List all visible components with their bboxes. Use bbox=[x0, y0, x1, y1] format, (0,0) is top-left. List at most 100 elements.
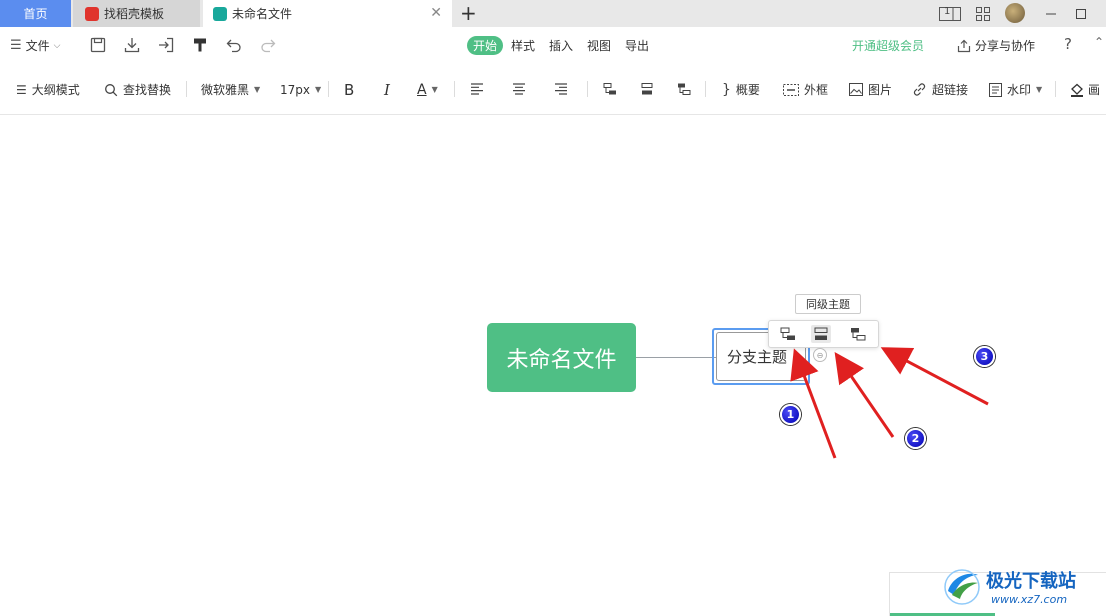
collapse-ribbon-icon[interactable]: ⌃ bbox=[1094, 35, 1104, 49]
add-parent-topic-icon[interactable] bbox=[677, 82, 691, 96]
paint-bucket-icon bbox=[1071, 83, 1083, 97]
outline-mode-button[interactable]: ☰ 大纲模式 bbox=[16, 64, 80, 115]
link-icon bbox=[913, 83, 926, 96]
share-icon bbox=[957, 39, 971, 52]
summary-button[interactable]: } 概要 bbox=[722, 64, 760, 115]
list-icon: ☰ bbox=[16, 82, 27, 97]
divider bbox=[454, 81, 455, 97]
add-sibling-topic-icon[interactable] bbox=[811, 325, 831, 343]
maximize-icon[interactable] bbox=[1070, 0, 1092, 27]
collapse-toggle-icon[interactable]: ⊖ bbox=[813, 348, 827, 362]
tab-style-label: 样式 bbox=[511, 39, 536, 53]
topic-connector bbox=[636, 357, 716, 358]
add-child-topic-icon[interactable] bbox=[603, 82, 617, 96]
frame-icon bbox=[783, 83, 799, 96]
find-replace-button[interactable]: 查找替换 bbox=[104, 64, 171, 115]
page-indicator-label: 1 bbox=[944, 6, 951, 17]
tab-start-label: 开始 bbox=[473, 39, 498, 53]
tab-document-label: 未命名文件 bbox=[232, 7, 293, 21]
download-icon[interactable] bbox=[123, 36, 141, 54]
file-menu-button[interactable]: ☰ 文件 ⌵ bbox=[10, 27, 61, 64]
find-replace-label: 查找替换 bbox=[123, 83, 172, 97]
tab-view-label: 视图 bbox=[587, 39, 612, 53]
outline-mode-label: 大纲模式 bbox=[31, 83, 80, 97]
close-tab-icon[interactable]: ✕ bbox=[430, 5, 442, 21]
help-icon[interactable]: ? bbox=[1064, 35, 1072, 53]
format-toolbar: ☰ 大纲模式 查找替换 微软雅黑 ▼ 17px ▼ B I A ▼} 概要 外… bbox=[0, 64, 1106, 115]
annotation-badge-3: 3 bbox=[974, 346, 995, 367]
font-family-select[interactable]: 微软雅黑 ▼ bbox=[201, 64, 260, 115]
brace-icon: } bbox=[722, 81, 731, 98]
minimize-icon[interactable] bbox=[1040, 0, 1062, 27]
image-icon bbox=[849, 83, 863, 96]
apps-grid-icon[interactable] bbox=[972, 0, 994, 27]
italic-button[interactable]: I bbox=[384, 64, 390, 115]
tab-template[interactable]: 找稻壳模板 bbox=[73, 0, 200, 27]
bold-button[interactable]: B bbox=[344, 64, 354, 115]
image-button[interactable]: 图片 bbox=[849, 64, 892, 115]
font-size-value: 17px bbox=[280, 82, 310, 97]
tab-insert[interactable]: 插入 bbox=[549, 36, 573, 55]
chevron-down-icon: ⌵ bbox=[53, 40, 61, 51]
font-family-value: 微软雅黑 bbox=[201, 83, 250, 97]
annotation-arrow-3 bbox=[880, 347, 989, 406]
branch-topic-label: 分支主题 bbox=[727, 348, 788, 366]
watermark-button[interactable]: 水印 ▼ bbox=[989, 64, 1042, 115]
italic-label: I bbox=[384, 80, 390, 99]
watermark-icon bbox=[989, 82, 1002, 97]
tooltip: 同级主题 bbox=[795, 294, 861, 314]
divider bbox=[587, 81, 588, 97]
annotation-badge-1: 1 bbox=[780, 404, 801, 425]
caret-down-icon: ▼ bbox=[315, 85, 322, 94]
badge-number: 2 bbox=[911, 432, 920, 445]
caret-down-icon: ▼ bbox=[431, 85, 438, 94]
align-left-icon[interactable] bbox=[470, 82, 484, 96]
share-label: 分享与协作 bbox=[975, 39, 1036, 53]
frame-label: 外框 bbox=[804, 83, 829, 97]
page-indicator-button[interactable]: 1 bbox=[937, 0, 963, 27]
file-menu-label: 文件 bbox=[25, 39, 50, 53]
tab-view[interactable]: 视图 bbox=[587, 36, 611, 55]
avatar[interactable] bbox=[1005, 3, 1025, 23]
tab-bar: 首页 找稻壳模板 未命名文件 ✕ + 1 bbox=[0, 0, 1106, 27]
bold-label: B bbox=[344, 80, 355, 99]
new-tab-button[interactable]: + bbox=[460, 1, 477, 25]
more-button[interactable]: 画 bbox=[1070, 64, 1100, 115]
align-center-icon[interactable] bbox=[512, 82, 526, 96]
badge-number: 1 bbox=[786, 408, 795, 421]
caret-down-icon: ▼ bbox=[1036, 85, 1043, 94]
more-label: 画 bbox=[1088, 83, 1101, 97]
badge-number: 3 bbox=[980, 350, 989, 363]
divider bbox=[1055, 81, 1056, 97]
caret-down-icon: ▼ bbox=[254, 85, 261, 94]
aurora-logo-icon bbox=[944, 569, 980, 605]
save-icon[interactable] bbox=[89, 36, 107, 54]
watermark-site-name: 极光下载站 bbox=[986, 571, 1076, 592]
frame-button[interactable]: 外框 bbox=[783, 64, 828, 115]
format-painter-icon[interactable] bbox=[191, 36, 209, 54]
tab-document[interactable]: 未命名文件 ✕ bbox=[203, 0, 452, 27]
align-right-icon[interactable] bbox=[554, 82, 568, 96]
hyperlink-button[interactable]: 超链接 bbox=[912, 64, 968, 115]
tab-style[interactable]: 样式 bbox=[511, 36, 535, 55]
hamburger-icon: ☰ bbox=[10, 38, 22, 53]
undo-icon[interactable] bbox=[225, 36, 243, 54]
tooltip-label: 同级主题 bbox=[806, 298, 850, 311]
font-size-select[interactable]: 17px ▼ bbox=[280, 64, 321, 115]
root-topic-node[interactable]: 未命名文件 bbox=[487, 323, 636, 392]
tab-start[interactable]: 开始 bbox=[467, 36, 504, 55]
font-color-button[interactable]: A ▼ bbox=[417, 64, 438, 115]
redo-icon[interactable] bbox=[259, 36, 277, 54]
add-parent-topic-icon[interactable] bbox=[848, 325, 868, 343]
share-button[interactable]: 分享与协作 bbox=[957, 37, 1035, 54]
tab-export[interactable]: 导出 bbox=[625, 36, 649, 55]
vip-link[interactable]: 开通超级会员 bbox=[852, 37, 924, 54]
font-color-label: A bbox=[417, 81, 427, 98]
watermark-site-url: www.xz7.com bbox=[991, 593, 1068, 606]
add-sibling-topic-icon[interactable] bbox=[640, 82, 654, 96]
add-child-topic-icon[interactable] bbox=[778, 325, 798, 343]
export-icon[interactable] bbox=[157, 36, 175, 54]
tab-template-label: 找稻壳模板 bbox=[104, 7, 165, 21]
hyperlink-label: 超链接 bbox=[932, 83, 969, 97]
tab-home[interactable]: 首页 bbox=[0, 0, 71, 27]
